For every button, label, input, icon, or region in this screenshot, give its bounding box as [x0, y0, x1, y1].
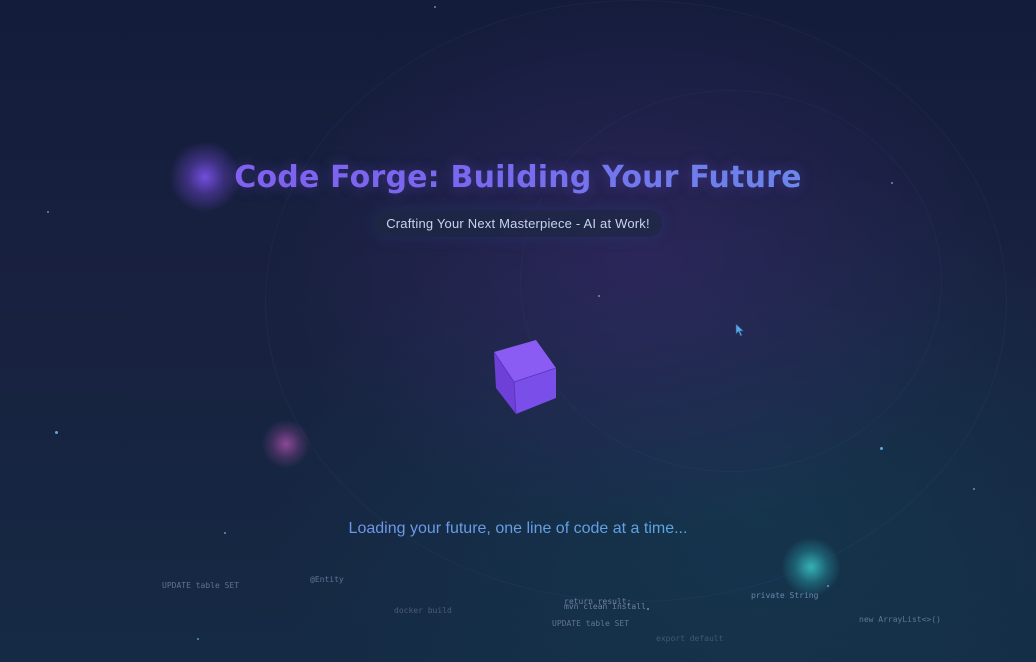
particle: [55, 431, 58, 434]
loading-message: Loading your future, one line of code at…: [0, 520, 1036, 538]
page-title: Code Forge: Building Your Future: [0, 160, 1036, 195]
background-ring: [265, 0, 1007, 602]
glow-orb-pink: [262, 420, 310, 468]
particle: [880, 447, 883, 450]
particle: [647, 608, 649, 610]
code-snippet: mvn clean install: [564, 602, 646, 611]
code-snippet: docker build: [394, 606, 452, 615]
particle: [434, 6, 436, 8]
particle: [598, 295, 600, 297]
code-snippet: private String: [751, 591, 819, 600]
particle: [973, 488, 975, 490]
glow-orb-teal: [782, 538, 840, 596]
code-snippet: new ArrayList<>(): [859, 615, 941, 624]
subtitle-badge: Crafting Your Next Masterpiece - AI at W…: [374, 210, 662, 237]
loading-cube-icon: [493, 340, 557, 415]
background-ring: [520, 90, 942, 472]
particle: [197, 638, 199, 640]
code-snippet: export default: [656, 634, 724, 643]
loading-screen: Code Forge: Building Your Future Craftin…: [0, 0, 1036, 662]
code-snippet: UPDATE table SET: [552, 619, 630, 628]
mouse-pointer-icon: [735, 323, 745, 337]
particle: [827, 585, 829, 587]
code-snippet: UPDATE table SET: [162, 581, 240, 590]
subtitle-badge-wrapper: Crafting Your Next Masterpiece - AI at W…: [0, 210, 1036, 237]
code-snippet: @Entity: [310, 575, 344, 584]
